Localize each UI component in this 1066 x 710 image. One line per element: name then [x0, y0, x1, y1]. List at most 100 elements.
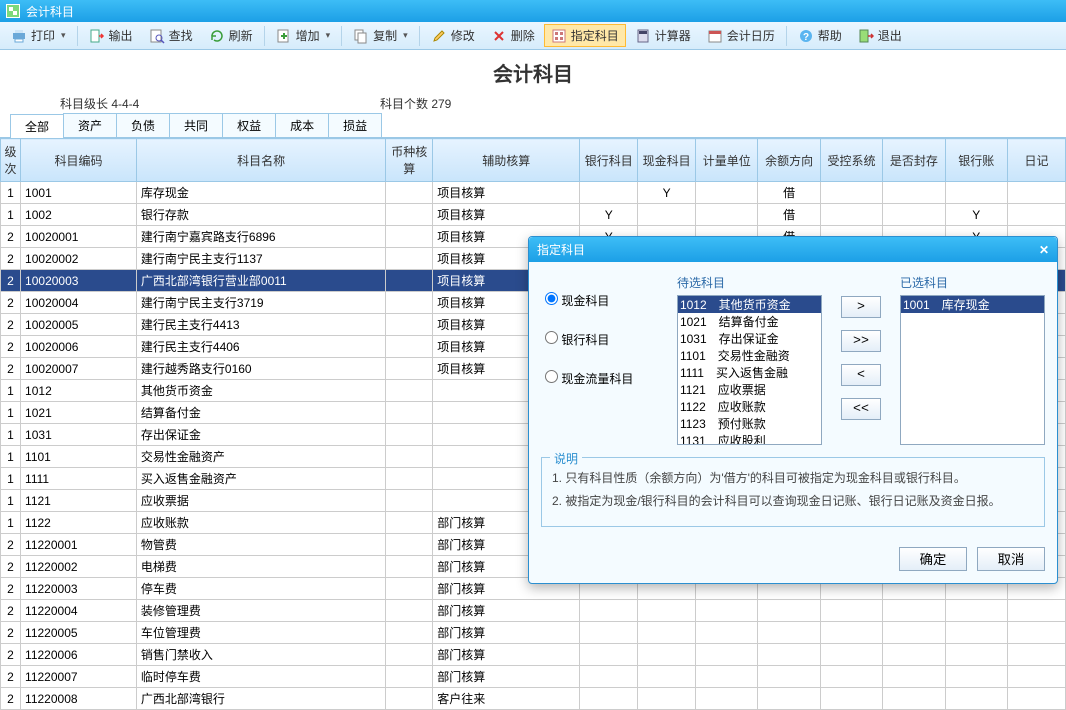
list-item[interactable]: 1012 其他货币资金 [678, 296, 821, 313]
table-row[interactable]: 211220004 装修管理费部门核算 [1, 600, 1066, 622]
dialog-close-button[interactable]: ✕ [1039, 243, 1049, 257]
dialog-titlebar: 指定科目 ✕ [529, 237, 1057, 262]
copy-label: 复制 [373, 27, 397, 44]
cancel-button[interactable]: 取消 [977, 547, 1045, 571]
description-box: 说明 1. 只有科目性质（余额方向）为'借方'的科目可被指定为现金科目或银行科目… [541, 457, 1045, 527]
find-label: 查找 [169, 27, 193, 44]
refresh-button[interactable]: 刷新 [202, 24, 260, 47]
move-left-button[interactable]: < [841, 364, 881, 386]
table-row[interactable]: 211220006 销售门禁收入部门核算 [1, 644, 1066, 666]
list-item[interactable]: 1111 买入返售金融 [678, 364, 821, 381]
assign-icon [551, 28, 567, 44]
print-button[interactable]: 打印▾ [4, 24, 73, 47]
separator [264, 26, 265, 46]
tab-1[interactable]: 资产 [63, 113, 117, 137]
col-cash[interactable]: 现金科目 [638, 139, 696, 182]
col-direction[interactable]: 余额方向 [758, 139, 820, 182]
window-title: 会计科目 [26, 3, 74, 20]
export-icon [89, 28, 105, 44]
assign-subject-dialog: 指定科目 ✕ 现金科目 银行科目 现金流量科目 待选科目 1012 其他货币资金… [528, 236, 1058, 584]
assign-subject-button[interactable]: 指定科目 [544, 24, 626, 47]
page-header: 会计科目 [0, 50, 1066, 91]
assign-label: 指定科目 [571, 27, 619, 44]
separator [786, 26, 787, 46]
app-icon [6, 4, 20, 18]
help-label: 帮助 [818, 27, 842, 44]
find-button[interactable]: 查找 [142, 24, 200, 47]
subject-count: 科目个数 279 [380, 95, 451, 112]
dropdown-icon: ▾ [403, 30, 408, 41]
col-name[interactable]: 科目名称 [136, 139, 386, 182]
list-item[interactable]: 1001 库存现金 [901, 296, 1044, 313]
edit-label: 修改 [451, 27, 475, 44]
print-icon [11, 28, 27, 44]
separator [77, 26, 78, 46]
dropdown-icon: ▾ [61, 30, 66, 41]
tab-6[interactable]: 损益 [328, 113, 382, 137]
radio-cash[interactable]: 现金科目 [545, 292, 663, 309]
description-line-1: 1. 只有科目性质（余额方向）为'借方'的科目可被指定为现金科目或银行科目。 [552, 470, 1034, 487]
tab-4[interactable]: 权益 [222, 113, 276, 137]
pending-label: 待选科目 [677, 274, 822, 291]
col-bank[interactable]: 银行科目 [580, 139, 638, 182]
tab-5[interactable]: 成本 [275, 113, 329, 137]
add-label: 增加 [296, 27, 320, 44]
col-currency[interactable]: 币种核算 [386, 139, 433, 182]
table-row[interactable]: 211220008 广西北部湾银行客户往来 [1, 688, 1066, 710]
help-button[interactable]: ? 帮助 [791, 24, 849, 47]
selected-listbox[interactable]: 1001 库存现金 [900, 295, 1045, 445]
page-title: 会计科目 [0, 58, 1066, 87]
move-all-right-button[interactable]: >> [841, 330, 881, 352]
list-item[interactable]: 1101 交易性金融资 [678, 347, 821, 364]
table-row[interactable]: 211220005 车位管理费部门核算 [1, 622, 1066, 644]
list-item[interactable]: 1123 预付账款 [678, 415, 821, 432]
edit-icon [431, 28, 447, 44]
list-item[interactable]: 1021 结算备付金 [678, 313, 821, 330]
description-title: 说明 [550, 450, 582, 467]
calculator-button[interactable]: 计算器 [628, 24, 698, 47]
radio-cashflow[interactable]: 现金流量科目 [545, 370, 663, 387]
move-all-left-button[interactable]: << [841, 398, 881, 420]
col-system[interactable]: 受控系统 [820, 139, 882, 182]
table-row[interactable]: 11001库存现金项目核算Y借 [1, 182, 1066, 204]
move-right-button[interactable]: > [841, 296, 881, 318]
calendar-label: 会计日历 [727, 27, 775, 44]
exit-button[interactable]: 退出 [851, 24, 909, 47]
tab-3[interactable]: 共同 [169, 113, 223, 137]
tab-2[interactable]: 负债 [116, 113, 170, 137]
separator [341, 26, 342, 46]
main-toolbar: 打印▾ 输出 查找 刷新 增加▾ 复制▾ 修改 删除 指定科目 计算器 会计 [0, 22, 1066, 50]
table-row[interactable]: 11002银行存款项目核算Y借Y [1, 204, 1066, 226]
refresh-icon [209, 28, 225, 44]
calendar-button[interactable]: 会计日历 [700, 24, 782, 47]
col-code[interactable]: 科目编码 [21, 139, 137, 182]
refresh-label: 刷新 [229, 27, 253, 44]
list-item[interactable]: 1122 应收账款 [678, 398, 821, 415]
col-bankacc[interactable]: 银行账 [945, 139, 1007, 182]
dropdown-icon: ▾ [326, 30, 331, 41]
calendar-icon [707, 28, 723, 44]
pending-listbox[interactable]: 1012 其他货币资金1021 结算备付金1031 存出保证金1101 交易性金… [677, 295, 822, 445]
table-row[interactable]: 211220007 临时停车费部门核算 [1, 666, 1066, 688]
list-item[interactable]: 1031 存出保证金 [678, 330, 821, 347]
col-aux[interactable]: 辅助核算 [433, 139, 580, 182]
edit-button[interactable]: 修改 [424, 24, 482, 47]
delete-button[interactable]: 删除 [484, 24, 542, 47]
export-label: 输出 [109, 27, 133, 44]
col-level[interactable]: 级次 [1, 139, 21, 182]
export-button[interactable]: 输出 [82, 24, 140, 47]
calculator-icon [635, 28, 651, 44]
col-unit[interactable]: 计量单位 [696, 139, 758, 182]
list-item[interactable]: 1131 应收股利 [678, 432, 821, 445]
svg-text:?: ? [803, 32, 809, 43]
list-item[interactable]: 1121 应收票据 [678, 381, 821, 398]
delete-label: 删除 [511, 27, 535, 44]
col-rest[interactable]: 日记 [1007, 139, 1065, 182]
col-sealed[interactable]: 是否封存 [883, 139, 945, 182]
copy-button[interactable]: 复制 ▾ [346, 24, 415, 47]
ok-button[interactable]: 确定 [899, 547, 967, 571]
tab-0[interactable]: 全部 [10, 114, 64, 138]
radio-bank[interactable]: 银行科目 [545, 331, 663, 348]
add-button[interactable]: 增加 ▾ [269, 24, 338, 47]
add-icon [276, 28, 292, 44]
